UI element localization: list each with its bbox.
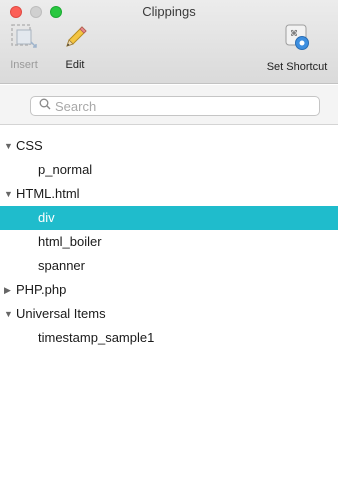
keyboard-shortcut-icon: ⌘ [256,22,338,57]
clipping-item-selected[interactable]: div [0,206,338,230]
group-label: Universal Items [16,306,106,321]
insert-button[interactable]: Insert [6,22,42,71]
clipping-label: timestamp_sample1 [38,330,155,345]
edit-button[interactable]: Edit [60,22,90,71]
svg-text:⌘: ⌘ [290,29,298,38]
clipping-item[interactable]: spanner [0,254,338,278]
clipping-item[interactable]: p_normal [0,158,338,182]
set-shortcut-button[interactable]: ⌘ Set Shortcut [256,22,338,73]
search-bar [0,85,338,125]
set-shortcut-label: Set Shortcut [266,61,328,73]
group-label: CSS [16,138,43,153]
insert-label: Insert [10,59,38,71]
group-php[interactable]: ▶ PHP.php [0,278,338,302]
window-titlebar: Clippings Insert Edit ⌘ Set Shortcut [0,0,338,84]
clipping-label: spanner [38,258,85,273]
insert-icon [6,22,42,55]
clippings-tree: ▼ CSS p_normal ▼ HTML.html div html_boiler… [0,134,338,350]
disclosure-triangle-icon[interactable]: ▼ [4,134,16,158]
edit-label: Edit [65,59,85,71]
group-universal-items[interactable]: ▼ Universal Items [0,302,338,326]
disclosure-triangle-icon[interactable]: ▼ [4,182,16,206]
clipping-label: html_boiler [38,234,102,249]
search-field[interactable] [30,96,320,116]
clipping-label: p_normal [38,162,93,177]
group-label: PHP.php [16,282,67,297]
magnifier-icon [39,97,51,115]
group-css[interactable]: ▼ CSS [0,134,338,158]
window-title: Clippings [142,4,196,19]
disclosure-triangle-icon[interactable]: ▶ [4,278,16,302]
group-html[interactable]: ▼ HTML.html [0,182,338,206]
clipping-label: div [38,210,55,225]
clipping-item[interactable]: timestamp_sample1 [0,326,338,350]
search-input[interactable] [55,98,305,114]
pencil-icon [60,22,90,55]
clipping-item[interactable]: html_boiler [0,230,338,254]
group-label: HTML.html [16,186,80,201]
disclosure-triangle-icon[interactable]: ▼ [4,302,16,326]
